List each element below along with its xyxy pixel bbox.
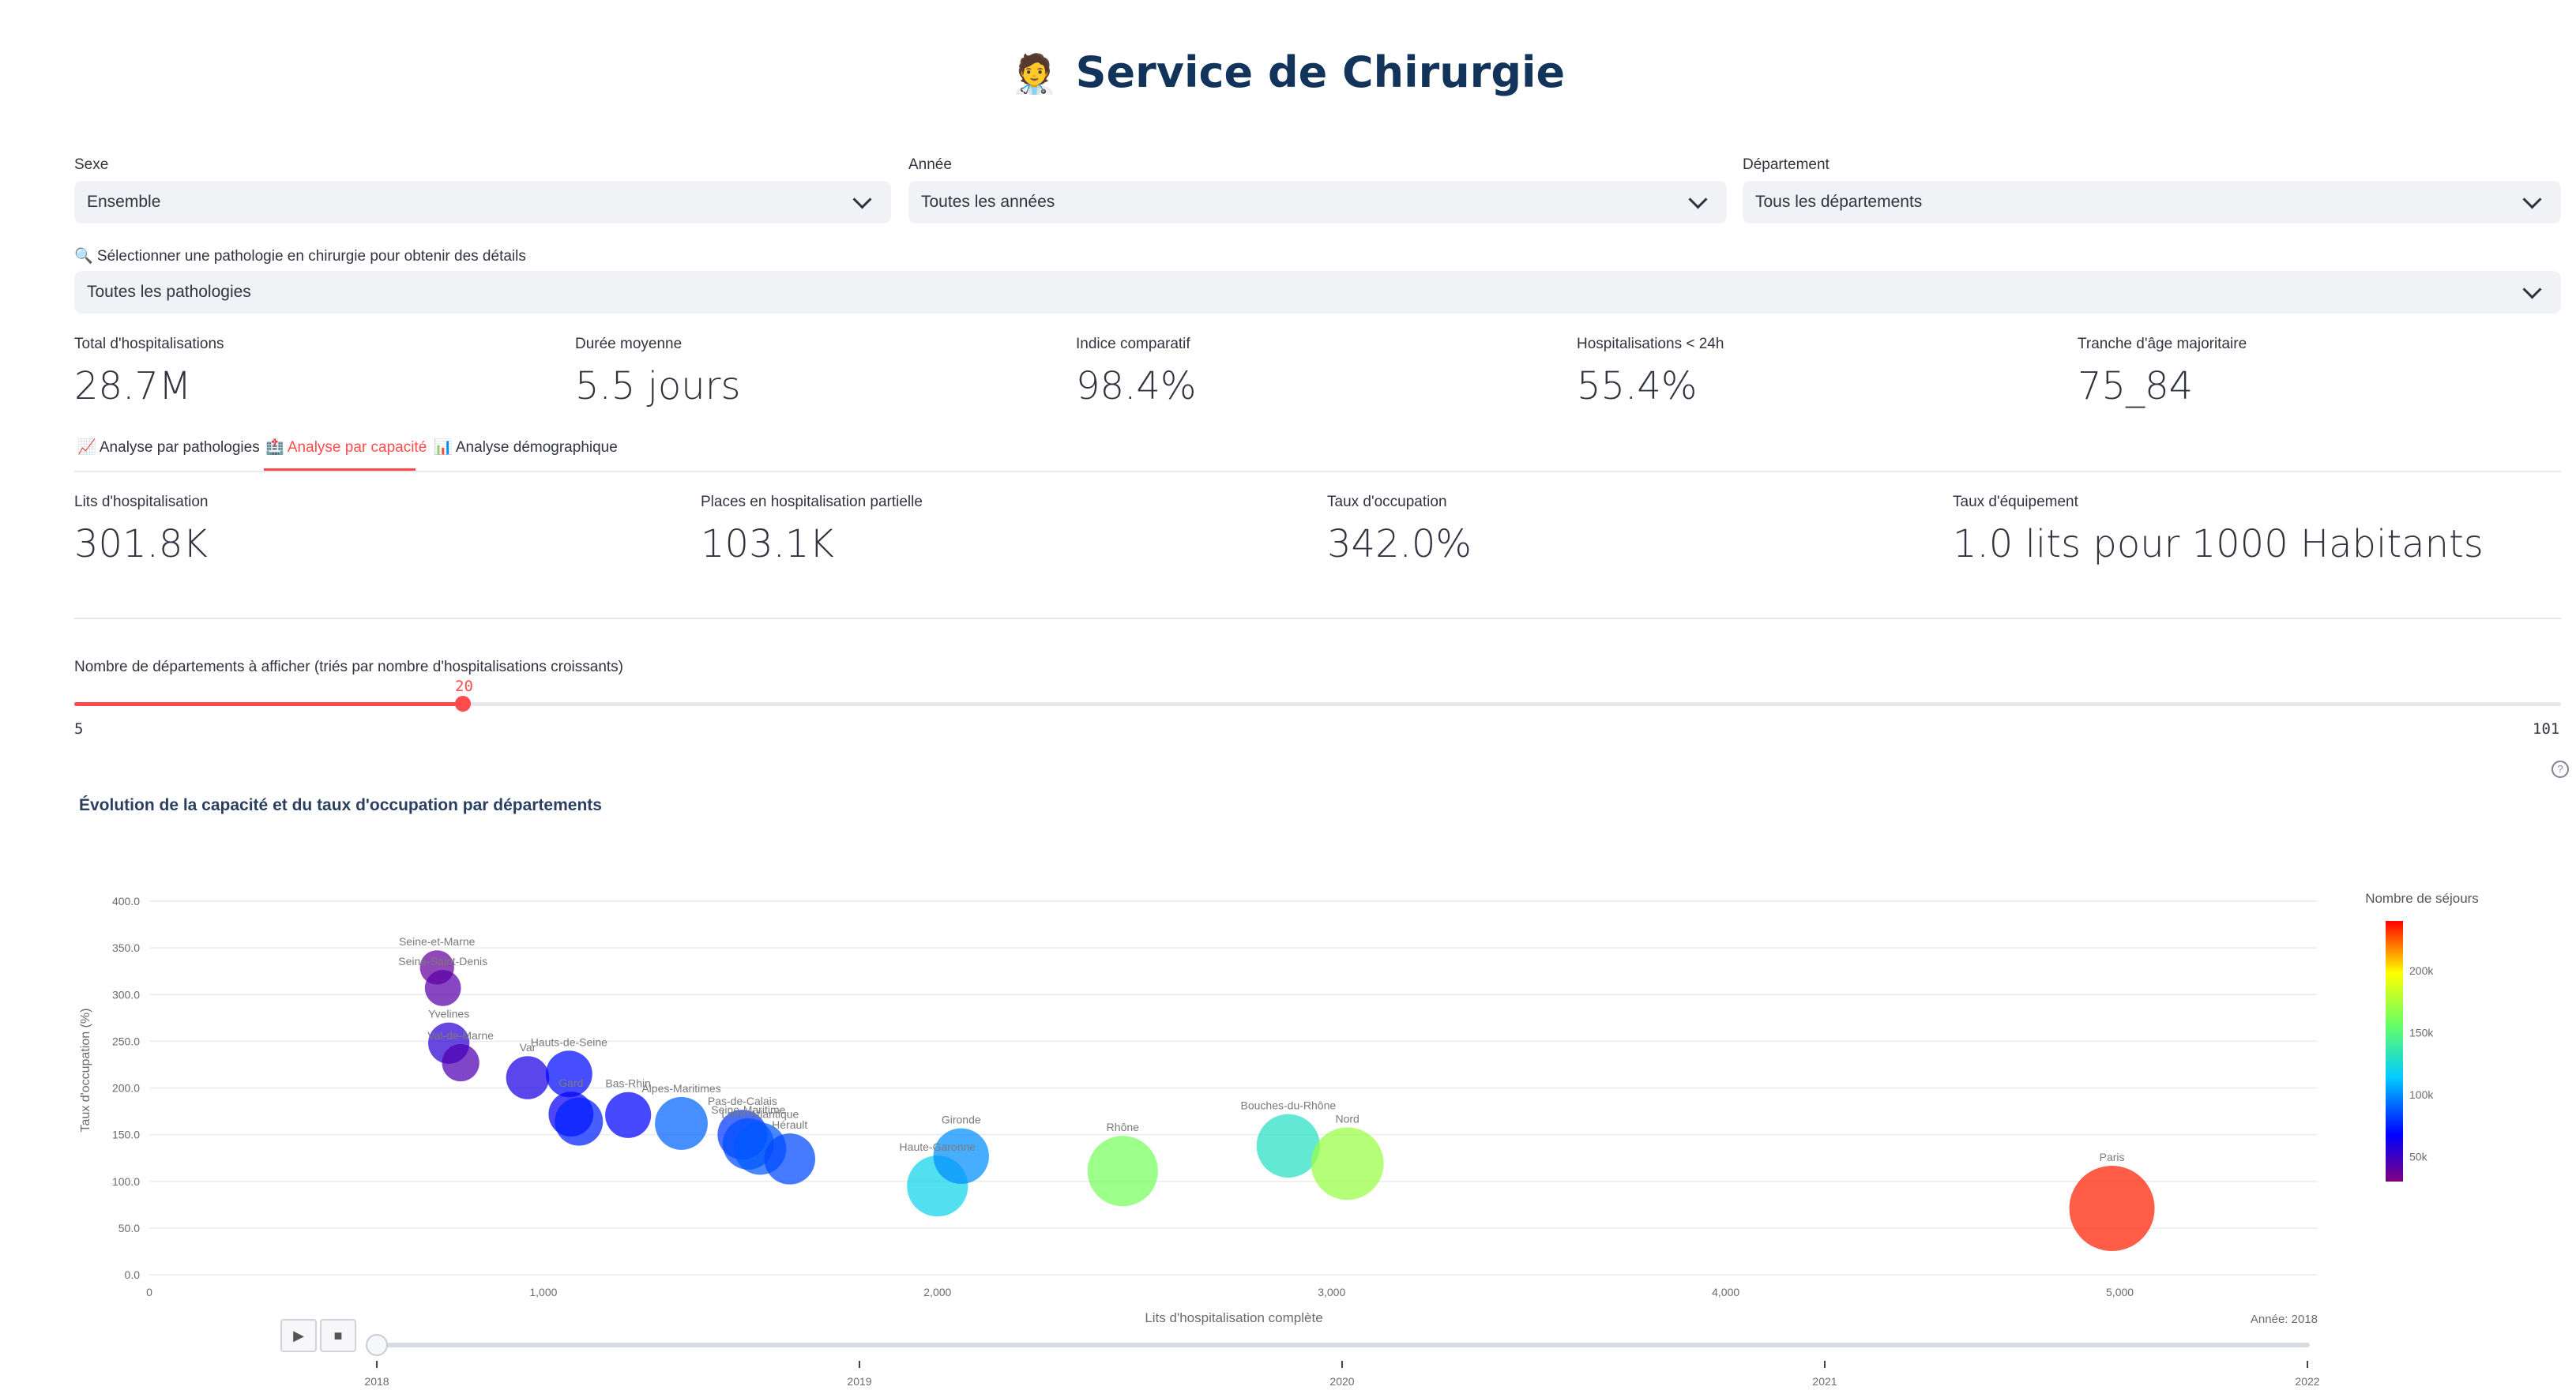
timeline-year-label: 2020 bbox=[1329, 1375, 1354, 1388]
bubble-label: Val-de-Marne bbox=[427, 1029, 494, 1042]
bubble-label: Bouches-du-Rhône bbox=[1241, 1099, 1337, 1112]
x-tick-label: 1,000 bbox=[529, 1286, 557, 1298]
colorbar-ticks: 50k 100k 150k 200k bbox=[2409, 964, 2434, 1163]
y-tick-label: 300.0 bbox=[112, 988, 140, 1001]
bubble bbox=[2069, 1166, 2155, 1252]
bubble bbox=[424, 970, 461, 1006]
y-axis-label: Taux d'occupation (%) bbox=[79, 1009, 92, 1133]
bubble-label: Hérault bbox=[772, 1118, 807, 1131]
bubble-label: Rhône bbox=[1107, 1121, 1139, 1133]
stop-icon: ■ bbox=[333, 1327, 343, 1343]
bubble-label: Gironde bbox=[942, 1114, 981, 1126]
bubble bbox=[555, 1097, 604, 1146]
bubble bbox=[442, 1043, 479, 1082]
bubble bbox=[605, 1092, 652, 1138]
bubble bbox=[655, 1097, 708, 1150]
bubble-label: Yvelines bbox=[428, 1008, 469, 1020]
y-tick-label: 50.0 bbox=[118, 1222, 140, 1234]
x-tick-label: 4,000 bbox=[1712, 1286, 1739, 1298]
x-tick-label: 3,000 bbox=[1318, 1286, 1345, 1298]
bubble bbox=[506, 1056, 550, 1099]
y-tick-label: 200.0 bbox=[112, 1082, 140, 1095]
timeline-year-label: 2019 bbox=[847, 1375, 871, 1388]
bubble-label: Seine-Saint-Denis bbox=[398, 955, 487, 968]
colorbar-tick-label: 200k bbox=[2409, 964, 2434, 977]
timeline-year-label: 2018 bbox=[364, 1375, 389, 1388]
x-tick-label: 2,000 bbox=[923, 1286, 951, 1298]
bubble-label: Hauts-de-Seine bbox=[531, 1035, 607, 1048]
y-tick-label: 100.0 bbox=[112, 1175, 140, 1188]
bubble bbox=[545, 1050, 592, 1098]
bubble bbox=[764, 1133, 816, 1185]
y-tick-label: 0.0 bbox=[125, 1268, 141, 1281]
bubble-label: Nord bbox=[1336, 1112, 1359, 1125]
bubble-label: Alpes-Maritimes bbox=[641, 1082, 720, 1095]
bubble-chart[interactable]: 0.0 50.0 100.0 150.0 200.0 250.0 300.0 350.0 400… bbox=[0, 0, 2576, 1394]
bubble-label: Haute-Garonne bbox=[900, 1140, 976, 1153]
bubble bbox=[1087, 1136, 1158, 1207]
timeline-year-label: 2021 bbox=[1812, 1375, 1837, 1388]
play-button[interactable]: ▶ bbox=[280, 1319, 317, 1352]
timeline-handle[interactable] bbox=[366, 1334, 388, 1356]
frame-label: Année: 2018 bbox=[2251, 1313, 2318, 1326]
timeline-years: 2018 2019 2020 2021 2022 bbox=[364, 1361, 2320, 1388]
bubble-label: Gard bbox=[558, 1076, 583, 1089]
colorbar-tick-label: 50k bbox=[2409, 1151, 2428, 1163]
timeline-year-label: 2022 bbox=[2295, 1375, 2319, 1388]
bubble bbox=[1311, 1127, 1384, 1200]
y-tick-labels: 0.0 50.0 100.0 150.0 200.0 250.0 300.0 350.0 400… bbox=[112, 895, 140, 1281]
bubble-label: Seine-et-Marne bbox=[399, 935, 476, 948]
colorbar bbox=[2386, 921, 2403, 1182]
x-tick-label: 0 bbox=[146, 1286, 152, 1298]
x-tick-labels: 0 1,000 2,000 3,000 4,000 5,000 bbox=[146, 1286, 2134, 1298]
colorbar-tick-label: 100k bbox=[2409, 1088, 2434, 1101]
x-axis-label: Lits d'hospitalisation complète bbox=[1145, 1310, 1322, 1325]
stop-button[interactable]: ■ bbox=[320, 1319, 356, 1352]
bubble-label: Paris bbox=[2100, 1151, 2125, 1163]
play-icon: ▶ bbox=[293, 1327, 304, 1343]
colorbar-title: Nombre de séjours bbox=[2365, 891, 2479, 906]
bubble bbox=[1256, 1114, 1321, 1178]
colorbar-tick-label: 150k bbox=[2409, 1026, 2434, 1039]
x-tick-label: 5,000 bbox=[2106, 1286, 2134, 1298]
y-tick-label: 400.0 bbox=[112, 895, 140, 907]
y-tick-label: 150.0 bbox=[112, 1129, 140, 1141]
y-tick-label: 250.0 bbox=[112, 1035, 140, 1047]
bubble bbox=[933, 1128, 989, 1185]
y-tick-label: 350.0 bbox=[112, 941, 140, 954]
